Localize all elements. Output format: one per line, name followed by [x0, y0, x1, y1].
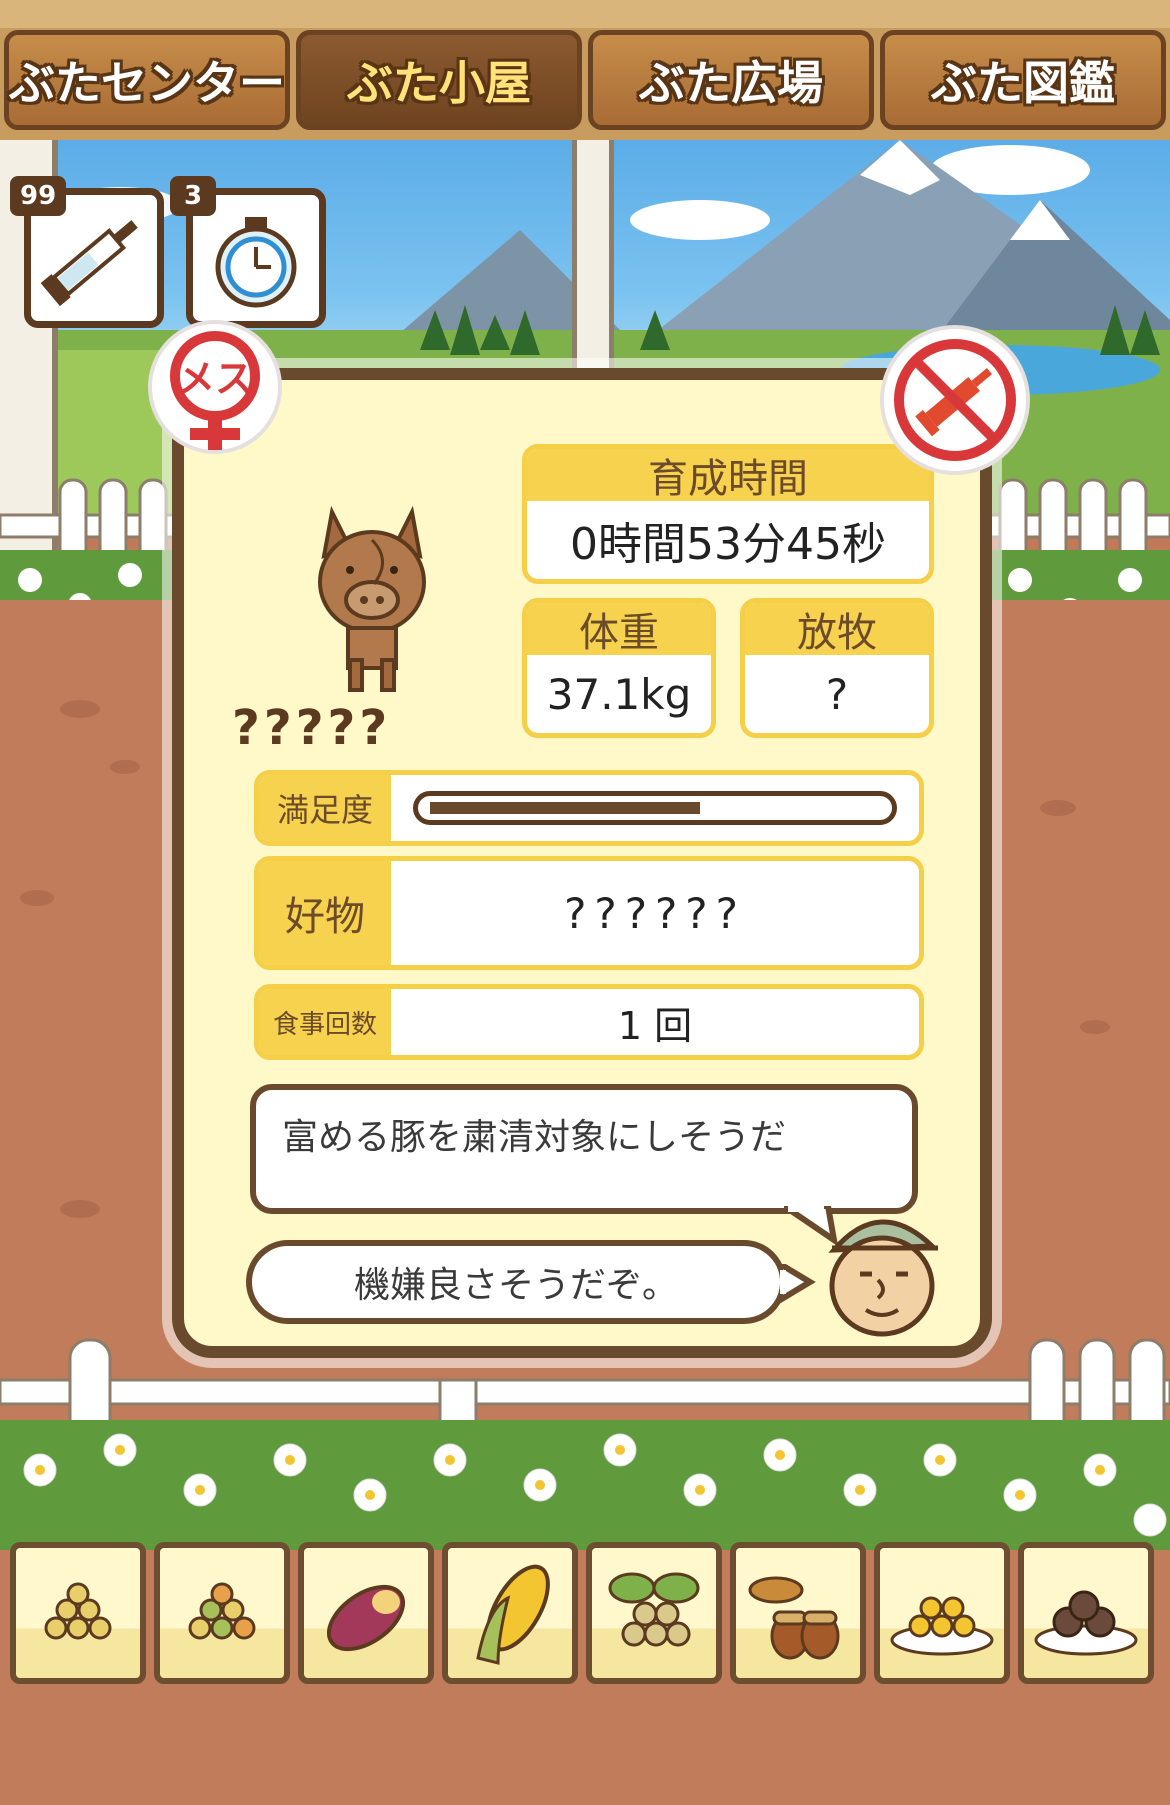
pig-status-card: ????? 育成時間 0時間53分45秒 体重 37.1kg 放牧 ? 満足度 [172, 368, 992, 1358]
weight-label: 体重 [527, 603, 711, 656]
meatball-plate-icon [1034, 1590, 1138, 1656]
growth-time-field: 育成時間 0時間53分45秒 [522, 444, 934, 584]
grazing-value: ? [825, 669, 849, 719]
weight-value: 37.1kg [546, 669, 692, 719]
favorite-food-field: 好物 ?????? [254, 856, 924, 970]
game-screen: ぶたセンター ぶた小屋 ぶた広場 ぶた図鑑 99 3 ????? 育成時間 0時… [0, 0, 1170, 1805]
favorite-food-value: ?????? [564, 888, 746, 938]
food-slot-5[interactable] [586, 1542, 722, 1684]
meal-count-value: 1 回 [617, 1003, 693, 1048]
food-slot-2[interactable] [154, 1542, 290, 1684]
meal-count-field: 食事回数 1 回 [254, 984, 924, 1060]
top-navigation: ぶたセンター ぶた小屋 ぶた広場 ぶた図鑑 [0, 0, 1170, 140]
soybean-plant-icon [608, 1572, 700, 1647]
boar-piglet-icon [318, 505, 426, 692]
tab-buta-hiroba[interactable]: ぶた広場 [588, 30, 874, 130]
syringe-count-badge: 99 [10, 176, 67, 216]
favorite-food-label: 好物 [259, 861, 391, 965]
mixed-grain-icon [188, 1582, 256, 1640]
grazing-label: 放牧 [745, 603, 929, 656]
satisfaction-label: 満足度 [259, 775, 391, 841]
grain-pile-icon [44, 1582, 112, 1640]
food-slot-4[interactable] [442, 1542, 578, 1684]
satisfaction-meter [413, 791, 897, 825]
food-slot-6[interactable] [730, 1542, 866, 1684]
front-fence-flowers [0, 1338, 1170, 1550]
food-slot-7[interactable] [874, 1542, 1010, 1684]
speech-bubble-farmer: 機嫌良さそうだぞ。 [246, 1240, 786, 1324]
food-slot-3[interactable] [298, 1542, 434, 1684]
tab-buta-zukan[interactable]: ぶた図鑑 [880, 30, 1166, 130]
gender-label: メス [176, 357, 253, 401]
grain-plate-icon [890, 1596, 994, 1656]
satisfaction-meter-fill [430, 802, 700, 814]
gender-female-badge: メス [148, 320, 282, 454]
farmer-bubble-tail [780, 1264, 816, 1304]
no-injection-badge [880, 325, 1030, 475]
nav-top-board [0, 0, 1170, 28]
food-slot-1[interactable] [10, 1542, 146, 1684]
weight-field: 体重 37.1kg [522, 598, 716, 738]
corn-icon [476, 1564, 550, 1665]
acorn-icon [748, 1576, 840, 1660]
no-syringe-icon [894, 339, 1016, 461]
timer-count-badge: 3 [170, 176, 216, 216]
tab-buta-center[interactable]: ぶたセンター [4, 30, 290, 130]
farmer-avatar [828, 1219, 938, 1337]
sweet-potato-icon [326, 1584, 406, 1652]
food-slot-8[interactable] [1018, 1542, 1154, 1684]
pig-name: ????? [232, 700, 392, 756]
speech-bubble-main: 富める豚を粛清対象にしそうだ [250, 1084, 918, 1214]
tab-buta-koya[interactable]: ぶた小屋 [296, 30, 582, 130]
meal-count-label: 食事回数 [259, 989, 391, 1055]
growth-time-value: 0時間53分45秒 [570, 519, 886, 570]
window-frame-middle [572, 120, 614, 380]
growth-time-label: 育成時間 [527, 449, 929, 502]
grazing-field: 放牧 ? [740, 598, 934, 738]
satisfaction-field: 満足度 [254, 770, 924, 846]
